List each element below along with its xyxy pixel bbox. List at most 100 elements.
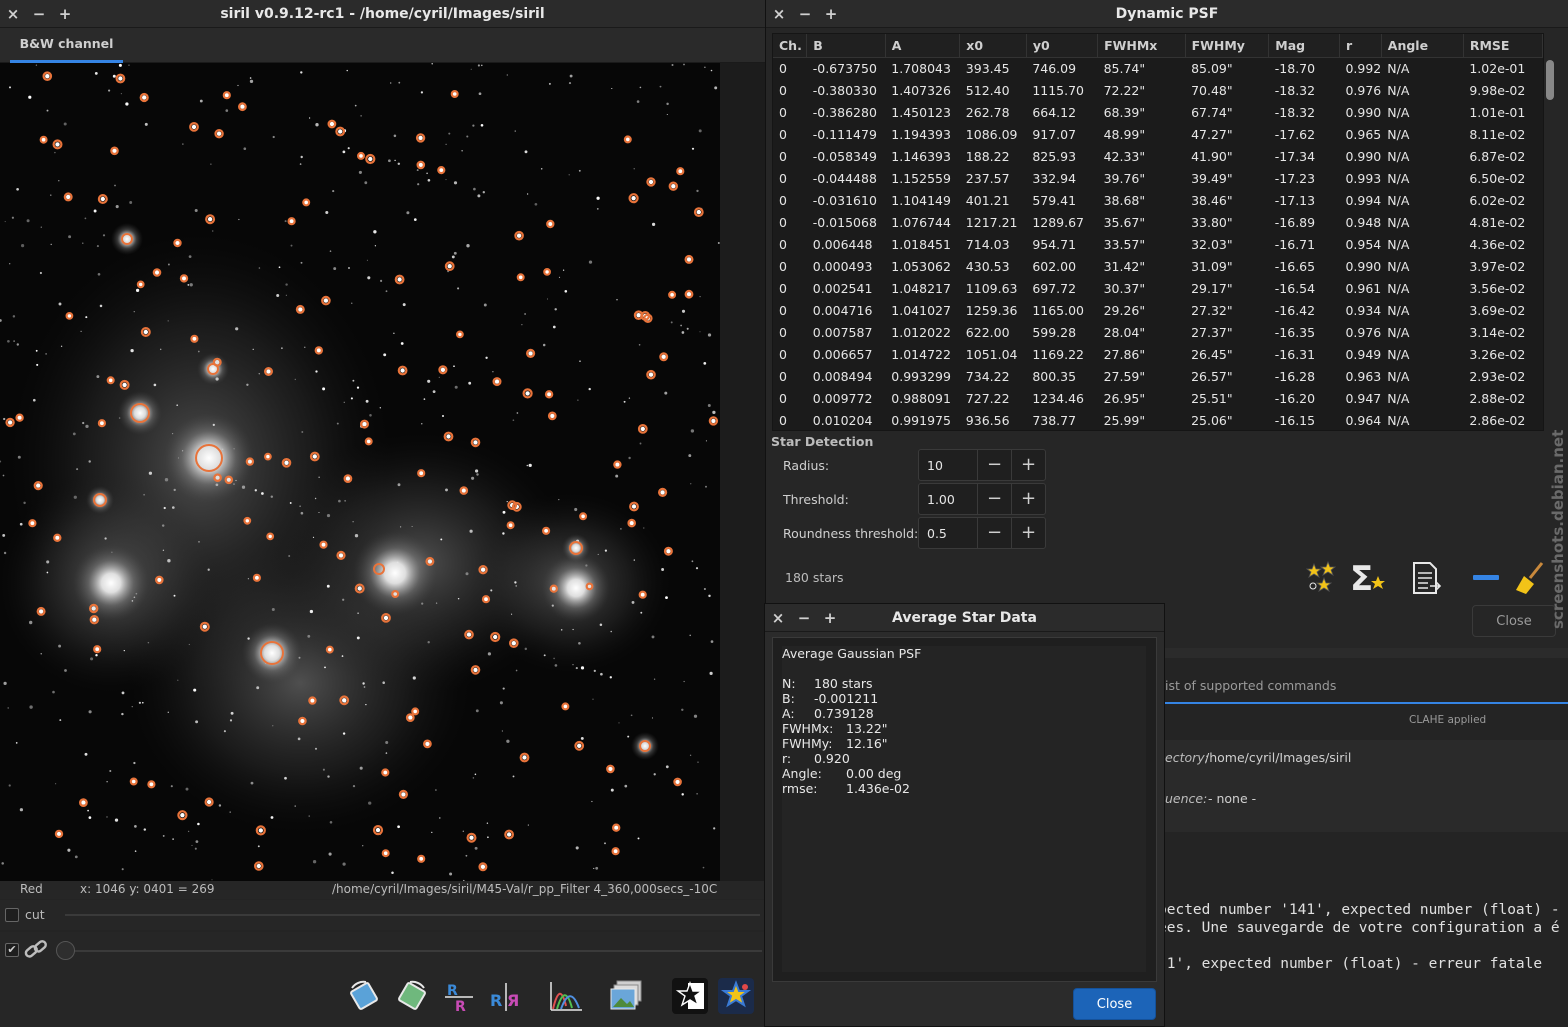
avg-stat-value: 1.436e-02 xyxy=(846,781,910,796)
table-row[interactable]: 0 -0.031610 1.104149 401.21 579.41 38.68" 38.4… xyxy=(773,189,1543,211)
threshold-decrement-button[interactable]: − xyxy=(977,484,1011,514)
table-cell: 188.22 xyxy=(965,148,1010,164)
cut-checkbox[interactable] xyxy=(5,908,19,922)
roundness-increment-button[interactable]: + xyxy=(1011,518,1045,548)
checkbox-checked-icon[interactable]: ✔ xyxy=(5,943,19,957)
table-row[interactable]: 0 -0.044488 1.152559 237.57 332.94 39.76" 39.4… xyxy=(773,167,1543,189)
column-header[interactable]: y0 xyxy=(1026,34,1099,58)
minimize-icon[interactable]: − xyxy=(792,5,818,23)
table-cell: 0 xyxy=(779,258,787,274)
table-cell: -16.42 xyxy=(1274,302,1316,318)
table-row[interactable]: 0 -0.386280 1.450123 262.78 664.12 68.39" 67.7… xyxy=(773,101,1543,123)
column-header[interactable]: Angle xyxy=(1381,34,1464,58)
maximize-icon[interactable]: + xyxy=(817,609,843,627)
column-header[interactable]: A xyxy=(885,34,961,58)
close-icon[interactable]: × xyxy=(766,5,792,23)
table-cell: 1.048217 xyxy=(891,280,951,296)
psf-close-button[interactable]: Close xyxy=(1472,605,1556,637)
table-cell: -0.031610 xyxy=(812,192,877,208)
cut-slider-track[interactable] xyxy=(65,914,760,916)
avg-close-button[interactable]: Close xyxy=(1073,988,1156,1020)
radius-decrement-button[interactable]: − xyxy=(977,450,1011,480)
table-row[interactable]: 0 -0.111479 1.194393 1086.09 917.07 48.99" 47.… xyxy=(773,123,1543,145)
table-cell: N/A xyxy=(1387,236,1410,252)
table-cell: 622.00 xyxy=(965,324,1010,340)
tab-bw-channel[interactable]: B&W channel xyxy=(10,28,123,63)
roundness-decrement-button[interactable]: − xyxy=(977,518,1011,548)
table-row[interactable]: 0 0.010204 0.991975 936.56 738.77 25.99" 25.06… xyxy=(773,409,1543,430)
sequence-value[interactable]: - none - xyxy=(1208,791,1256,806)
roundness-label: Roundness threshold: xyxy=(783,526,919,541)
table-cell: 25.99" xyxy=(1103,412,1146,428)
table-row[interactable]: 0 0.006657 1.014722 1051.04 1169.22 27.86" 26.… xyxy=(773,343,1543,365)
table-row[interactable]: 0 0.009772 0.988091 727.22 1234.46 26.95" 25.5… xyxy=(773,387,1543,409)
threshold-increment-button[interactable]: + xyxy=(1011,484,1045,514)
table-row[interactable]: 0 -0.673750 1.708043 393.45 746.09 85.74" 85.0… xyxy=(773,57,1543,79)
radius-increment-button[interactable]: + xyxy=(1011,450,1045,480)
column-header[interactable]: Ch. xyxy=(773,34,808,58)
table-row[interactable]: 0 -0.380330 1.407326 512.40 1115.70 72.22" 70.… xyxy=(773,79,1543,101)
photometry-icon[interactable] xyxy=(718,978,754,1014)
column-header[interactable]: r xyxy=(1339,34,1382,58)
image-stack-icon[interactable] xyxy=(608,978,644,1014)
export-list-icon[interactable] xyxy=(1408,560,1444,596)
link-icon[interactable] xyxy=(22,937,50,963)
avg-stats: N: 180 stars B: -0.001211 A: 0.739128 FWHMx: 13… xyxy=(782,676,910,796)
roundness-input[interactable] xyxy=(919,518,977,548)
psf-titlebar: × − + Dynamic PSF xyxy=(766,0,1568,28)
table-cell: 0.006657 xyxy=(812,346,873,362)
table-row[interactable]: 0 0.006448 1.018451 714.03 954.71 33.57" 32.03… xyxy=(773,233,1543,255)
table-row[interactable]: 0 0.008494 0.993299 734.22 800.35 27.59" 26.57… xyxy=(773,365,1543,387)
threshold-input[interactable] xyxy=(919,484,977,514)
table-cell: 1165.00 xyxy=(1032,302,1085,318)
table-scrollbar[interactable] xyxy=(1546,60,1554,100)
display-slider-track[interactable] xyxy=(62,950,762,952)
column-header[interactable]: RMSE xyxy=(1463,34,1543,58)
table-cell: 31.09" xyxy=(1191,258,1233,274)
table-row[interactable]: 0 0.002541 1.048217 1109.63 697.72 30.37" 29.1… xyxy=(773,277,1543,299)
maximize-icon[interactable]: + xyxy=(52,5,78,23)
table-cell: 0.000493 xyxy=(812,258,873,274)
close-icon[interactable]: × xyxy=(765,609,791,627)
remove-star-icon[interactable] xyxy=(1468,560,1504,596)
table-cell: 29.17" xyxy=(1191,280,1233,296)
table-row[interactable]: 0 -0.058349 1.146393 188.22 825.93 42.33" 41.9… xyxy=(773,145,1543,167)
maximize-icon[interactable]: + xyxy=(818,5,844,23)
close-icon[interactable]: × xyxy=(0,5,26,23)
table-row[interactable]: 0 0.000493 1.053062 430.53 602.00 31.42" 31.09… xyxy=(773,255,1543,277)
channel-tabbar: B&W channel xyxy=(0,28,765,63)
column-header[interactable]: FWHMy xyxy=(1185,34,1270,58)
star-icon[interactable] xyxy=(672,978,708,1014)
table-cell: 47.27" xyxy=(1191,126,1233,142)
find-stars-icon[interactable] xyxy=(1304,560,1340,596)
avg-stat-value: 0.920 xyxy=(814,751,850,766)
mirror-y-icon[interactable]: RЯ xyxy=(488,978,524,1014)
directory-value[interactable]: /home/cyril/Images/siril xyxy=(1205,750,1351,765)
table-cell: 0 xyxy=(779,236,787,252)
minimize-icon[interactable]: − xyxy=(26,5,52,23)
table-cell: 1.018451 xyxy=(891,236,951,252)
table-cell: 28.04" xyxy=(1103,324,1146,340)
rotate-left-icon[interactable] xyxy=(346,978,382,1014)
column-header[interactable]: FWHMx xyxy=(1097,34,1186,58)
table-row[interactable]: 0 0.004716 1.041027 1259.36 1165.00 29.26" 27.… xyxy=(773,299,1543,321)
slider-handle[interactable] xyxy=(56,941,75,960)
table-row[interactable]: 0 -0.015068 1.076744 1217.21 1289.67 35.67" 33… xyxy=(773,211,1543,233)
image-viewer[interactable] xyxy=(0,63,720,881)
table-cell: 599.28 xyxy=(1032,324,1077,340)
minimize-icon[interactable]: − xyxy=(791,609,817,627)
avg-stat-key: A: xyxy=(782,706,795,721)
clear-broom-icon[interactable] xyxy=(1512,560,1548,596)
column-header[interactable]: B xyxy=(806,34,886,58)
avg-stat-row: A: 0.739128 xyxy=(782,706,910,721)
column-header[interactable]: Mag xyxy=(1268,34,1340,58)
histogram-icon[interactable] xyxy=(548,978,584,1014)
average-stars-icon[interactable]: Σ xyxy=(1350,559,1386,599)
mirror-x-icon[interactable]: RR xyxy=(441,978,477,1015)
psf-star-table[interactable]: Ch. B Ax0 y0 FWHMx FWHMy Mag r Angle RMSE 0 -0.673… xyxy=(772,33,1544,431)
table-row[interactable]: 0 0.007587 1.012022 622.00 599.28 28.04" 27.37… xyxy=(773,321,1543,343)
avg-text-view[interactable]: Average Gaussian PSF N: 180 stars B: -0.001… xyxy=(782,646,1146,972)
radius-input[interactable] xyxy=(919,450,977,480)
rotate-right-icon[interactable] xyxy=(394,978,430,1014)
column-header[interactable]: x0 xyxy=(959,34,1027,58)
